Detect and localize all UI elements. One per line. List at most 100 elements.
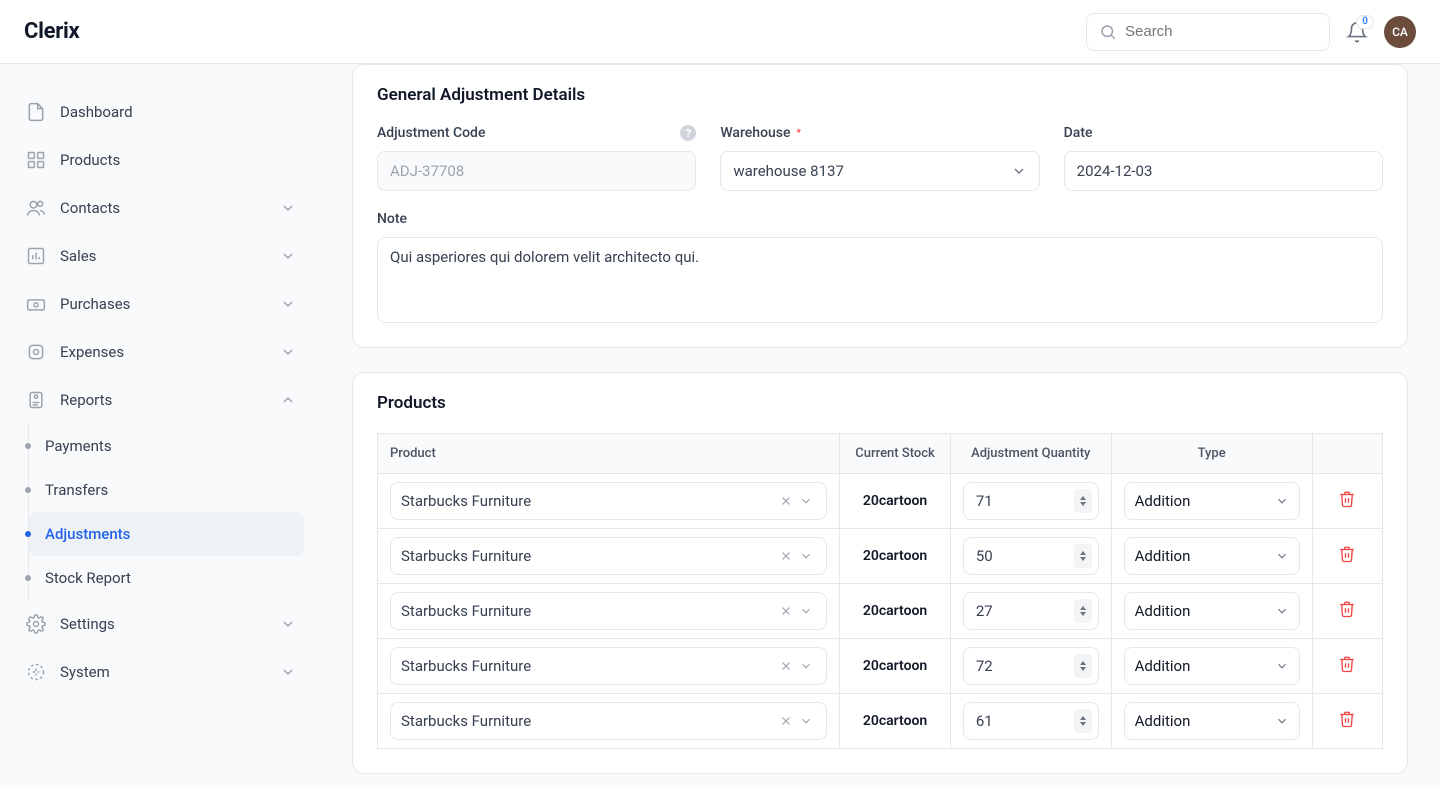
note-label: Note	[377, 211, 407, 227]
sidebar-item-dashboard[interactable]: Dashboard	[16, 88, 304, 136]
sidebar-item-system[interactable]: System	[16, 648, 304, 696]
chevron-down-icon	[1011, 163, 1027, 179]
close-icon[interactable]	[776, 714, 796, 728]
header: Clerix 0 CA	[0, 0, 1440, 64]
spinner-icon[interactable]	[1074, 544, 1092, 568]
delete-button[interactable]	[1338, 600, 1356, 618]
sidebar: Dashboard Products Contacts	[0, 64, 320, 788]
type-select[interactable]: Addition	[1124, 537, 1300, 575]
chevron-down-icon	[280, 616, 296, 632]
table-row: Starbucks Furniture 20cartoon 61 Additio…	[378, 694, 1383, 749]
close-icon[interactable]	[776, 604, 796, 618]
sidebar-item-contacts[interactable]: Contacts	[16, 184, 304, 232]
sidebar-item-label: Purchases	[60, 295, 280, 313]
sidebar-item-purchases[interactable]: Purchases	[16, 280, 304, 328]
chevron-down-icon	[280, 248, 296, 264]
table-row: Starbucks Furniture 20cartoon 27 Additio…	[378, 584, 1383, 639]
date-input[interactable]: 2024-12-03	[1064, 151, 1383, 191]
chevron-down-icon	[1275, 714, 1289, 728]
chevron-down-icon	[796, 659, 816, 673]
type-select[interactable]: Addition	[1124, 482, 1300, 520]
col-type: Type	[1111, 434, 1312, 474]
grid-icon	[24, 148, 48, 172]
quantity-stepper[interactable]: 72	[963, 647, 1099, 685]
general-details-card: General Adjustment Details Adjustment Co…	[352, 64, 1408, 348]
sidebar-item-products[interactable]: Products	[16, 136, 304, 184]
quantity-stepper[interactable]: 71	[963, 482, 1099, 520]
type-select[interactable]: Addition	[1124, 592, 1300, 630]
avatar[interactable]: CA	[1384, 16, 1416, 48]
chevron-down-icon	[280, 344, 296, 360]
main-content: General Adjustment Details Adjustment Co…	[320, 64, 1440, 788]
sidebar-item-reports[interactable]: Reports	[16, 376, 304, 424]
date-group: Date 2024-12-03	[1064, 125, 1383, 191]
sidebar-item-settings[interactable]: Settings	[16, 600, 304, 648]
chevron-down-icon	[1275, 494, 1289, 508]
col-product: Product	[378, 434, 840, 474]
delete-button[interactable]	[1338, 545, 1356, 563]
close-icon[interactable]	[776, 659, 796, 673]
brand-logo[interactable]: Clerix	[24, 19, 79, 44]
delete-button[interactable]	[1338, 655, 1356, 673]
sidebar-item-label: Settings	[60, 615, 280, 633]
chevron-down-icon	[280, 200, 296, 216]
col-qty: Adjustment Quantity	[950, 434, 1111, 474]
sidebar-sub-payments[interactable]: Payments	[29, 424, 304, 468]
spinner-icon[interactable]	[1074, 709, 1092, 733]
warehouse-select[interactable]: warehouse 8137	[720, 151, 1039, 191]
product-select[interactable]: Starbucks Furniture	[390, 592, 827, 630]
sidebar-item-sales[interactable]: Sales	[16, 232, 304, 280]
sidebar-item-label: Contacts	[60, 199, 280, 217]
chevron-down-icon	[1275, 549, 1289, 563]
quantity-stepper[interactable]: 50	[963, 537, 1099, 575]
warehouse-label: Warehouse	[720, 125, 790, 141]
sidebar-item-label: Adjustments	[45, 525, 296, 543]
help-icon[interactable]: ?	[680, 125, 696, 141]
adjustment-code-input[interactable]: ADJ-37708	[377, 151, 696, 191]
notification-count: 0	[1356, 15, 1374, 29]
sidebar-item-label: Expenses	[60, 343, 280, 361]
spinner-icon[interactable]	[1074, 489, 1092, 513]
table-row: Starbucks Furniture 20cartoon 72 Additio…	[378, 639, 1383, 694]
chevron-down-icon	[1275, 659, 1289, 673]
card-title: General Adjustment Details	[377, 85, 1383, 105]
adjustment-code-group: Adjustment Code ? ADJ-37708	[377, 125, 696, 191]
current-stock: 20cartoon	[863, 658, 927, 674]
type-select[interactable]: Addition	[1124, 647, 1300, 685]
delete-button[interactable]	[1338, 710, 1356, 728]
sidebar-item-label: Transfers	[45, 481, 296, 499]
type-select[interactable]: Addition	[1124, 702, 1300, 740]
sidebar-sub-transfers[interactable]: Transfers	[29, 468, 304, 512]
products-card: Products Product Current Stock Adjustmen…	[352, 372, 1408, 774]
cash-icon	[24, 292, 48, 316]
quantity-stepper[interactable]: 27	[963, 592, 1099, 630]
chevron-down-icon	[1275, 604, 1289, 618]
note-textarea[interactable]: Qui asperiores qui dolorem velit archite…	[377, 237, 1383, 323]
notifications-button[interactable]: 0	[1346, 21, 1368, 43]
sidebar-sub-adjustments[interactable]: Adjustments	[29, 512, 304, 556]
delete-button[interactable]	[1338, 490, 1356, 508]
sidebar-item-expenses[interactable]: Expenses	[16, 328, 304, 376]
circle-dot-icon	[24, 340, 48, 364]
product-select[interactable]: Starbucks Furniture	[390, 482, 827, 520]
sidebar-sub-stock-report[interactable]: Stock Report	[29, 556, 304, 600]
adjustment-code-label: Adjustment Code	[377, 125, 485, 141]
chevron-down-icon	[280, 296, 296, 312]
product-select[interactable]: Starbucks Furniture	[390, 647, 827, 685]
chevron-up-icon	[280, 392, 296, 408]
spinner-icon[interactable]	[1074, 599, 1092, 623]
sidebar-item-label: Reports	[60, 391, 280, 409]
sidebar-item-label: Dashboard	[60, 103, 296, 121]
sidebar-item-label: Payments	[45, 437, 296, 455]
product-select[interactable]: Starbucks Furniture	[390, 537, 827, 575]
product-select[interactable]: Starbucks Furniture	[390, 702, 827, 740]
search-input[interactable]	[1125, 23, 1317, 40]
close-icon[interactable]	[776, 494, 796, 508]
spinner-icon[interactable]	[1074, 654, 1092, 678]
search-box[interactable]	[1086, 13, 1330, 51]
products-table: Product Current Stock Adjustment Quantit…	[377, 433, 1383, 749]
sidebar-item-label: Stock Report	[45, 569, 296, 587]
chevron-down-icon	[796, 494, 816, 508]
close-icon[interactable]	[776, 549, 796, 563]
quantity-stepper[interactable]: 61	[963, 702, 1099, 740]
